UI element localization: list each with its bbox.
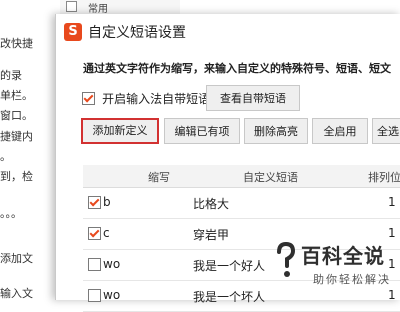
bg-text-line: 输入文 xyxy=(0,287,33,300)
enable-all-button[interactable]: 全启用 xyxy=(312,118,368,144)
bg-text-line: 单栏。 xyxy=(0,89,33,102)
enable-builtin-phrases-label: 开启输入法自带短语 xyxy=(102,92,211,106)
row-code: wo xyxy=(103,257,121,271)
edit-existing-button[interactable]: 编辑已有项 xyxy=(164,118,240,144)
row-phrase: 比格大 xyxy=(193,197,230,211)
row-checkbox[interactable] xyxy=(88,289,101,302)
column-header-phrase[interactable]: 自定义短语 xyxy=(243,169,298,185)
row-phrase: 我是一个坏人 xyxy=(193,290,266,304)
enable-builtin-phrases-row[interactable]: 开启输入法自带短语 xyxy=(82,88,210,108)
enable-builtin-phrases-checkbox[interactable] xyxy=(82,92,95,105)
bg-checkbox[interactable] xyxy=(66,1,77,12)
row-code: b xyxy=(103,195,111,209)
bg-text-line: 。。。 xyxy=(0,207,22,220)
row-code: c xyxy=(103,226,110,240)
row-position: 1 xyxy=(388,226,396,240)
row-phrase: 穿岩甲 xyxy=(193,228,230,242)
column-header-position[interactable]: 排列位 xyxy=(368,169,400,185)
dialog-title: 自定义短语设置 xyxy=(88,25,186,41)
bg-text-line: 捷键内 xyxy=(0,130,33,143)
row-checkbox[interactable] xyxy=(88,258,101,271)
bg-menu-item-label: 常用 xyxy=(88,4,108,15)
bg-text-line: 到，检 xyxy=(0,170,33,183)
dialog-description: 通过英文字符作为缩写，来输入自定义的特殊符号、短语、短文 xyxy=(83,62,391,75)
column-header-code[interactable]: 缩写 xyxy=(148,169,170,185)
row-position: 1 xyxy=(388,195,396,209)
table-row[interactable]: b 比格大 1 xyxy=(83,188,400,219)
add-new-definition-button[interactable]: 添加新定义 xyxy=(81,118,159,144)
watermark-question-icon xyxy=(277,242,296,277)
bg-text-line: 改快捷 xyxy=(0,37,33,50)
bg-text-line: 的录 xyxy=(0,69,22,82)
watermark-title: 百科全说 xyxy=(301,244,385,268)
dialog-titlebar[interactable]: S 自定义短语设置 xyxy=(56,14,400,48)
bg-text-line: 。 xyxy=(0,150,11,163)
watermark: 百科全说 助你轻松解决 xyxy=(275,240,400,300)
row-checkbox[interactable] xyxy=(88,196,101,209)
sogou-logo-icon: S xyxy=(64,23,82,41)
bg-text-line: 添加文 xyxy=(0,252,33,265)
row-checkbox[interactable] xyxy=(88,227,101,240)
bg-text-line: 窗口。 xyxy=(0,109,33,122)
view-builtin-phrases-button[interactable]: 查看自带短语 xyxy=(206,85,300,111)
bg-menu-item-common[interactable]: 常用 xyxy=(60,0,180,15)
phrase-table-header: 缩写 自定义短语 排列位 xyxy=(83,165,400,188)
watermark-subtitle: 助你轻松解决 xyxy=(313,273,391,286)
delete-highlighted-button[interactable]: 删除高亮 xyxy=(244,118,308,144)
select-all-button[interactable]: 全选 xyxy=(372,118,400,144)
row-phrase: 我是一个好人 xyxy=(193,259,266,273)
